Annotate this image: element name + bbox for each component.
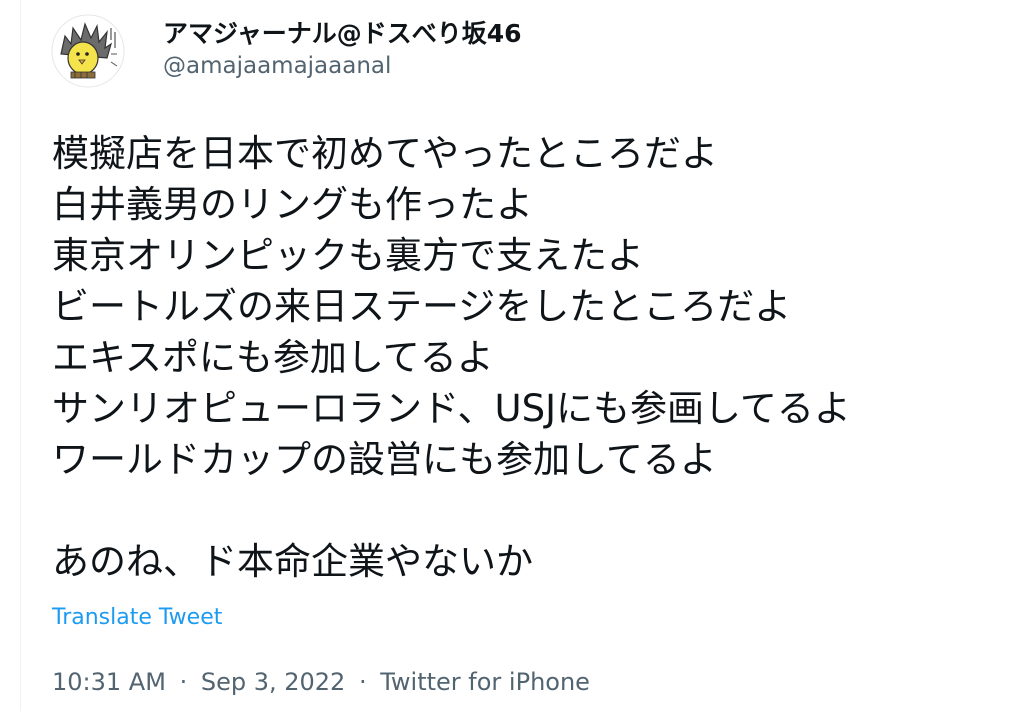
translate-tweet-link[interactable]: Translate Tweet bbox=[52, 603, 222, 633]
meta-separator: · bbox=[179, 668, 188, 696]
tweet-line: あのね、ド本命企業やないか bbox=[52, 540, 533, 583]
avatar-illustration-icon bbox=[51, 14, 125, 88]
tweet-line: ワールドカップの設営にも参加してるよ bbox=[52, 438, 717, 481]
tweet-source[interactable]: Twitter for iPhone bbox=[380, 666, 590, 698]
author-handle[interactable]: @amajaamajaaanal bbox=[163, 50, 522, 82]
tweet-metadata: 10:31 AM · Sep 3, 2022 · Twitter for iPh… bbox=[52, 666, 590, 698]
tweet-card: アマジャーナル@ドスべり坂46 @amajaamajaaanal 模擬店を日本で… bbox=[20, 0, 1024, 711]
meta-separator: · bbox=[358, 668, 367, 696]
tweet-line: 白井義男のリングも作ったよ bbox=[52, 183, 533, 226]
tweet-line: 東京オリンピックも裏方で支えたよ bbox=[52, 234, 644, 277]
author-names: アマジャーナル@ドスべり坂46 @amajaamajaaanal bbox=[163, 18, 522, 82]
tweet-line: ビートルズの来日ステージをしたところだよ bbox=[52, 285, 792, 328]
tweet-line: サンリオピューロランド、USJにも参画してるよ bbox=[52, 387, 851, 430]
author-display-name[interactable]: アマジャーナル@ドスべり坂46 bbox=[163, 18, 522, 50]
tweet-text: 模擬店を日本で初めてやったところだよ 白井義男のリングも作ったよ 東京オリンピッ… bbox=[52, 128, 1012, 587]
tweet-line: 模擬店を日本で初めてやったところだよ bbox=[52, 132, 718, 175]
tweet-time[interactable]: 10:31 AM bbox=[52, 666, 166, 698]
tweet-header: アマジャーナル@ドスべり坂46 @amajaamajaaanal bbox=[51, 14, 651, 94]
avatar[interactable] bbox=[51, 14, 125, 88]
tweet-date[interactable]: Sep 3, 2022 bbox=[201, 666, 345, 698]
tweet-line: エキスポにも参加してるよ bbox=[52, 336, 494, 379]
